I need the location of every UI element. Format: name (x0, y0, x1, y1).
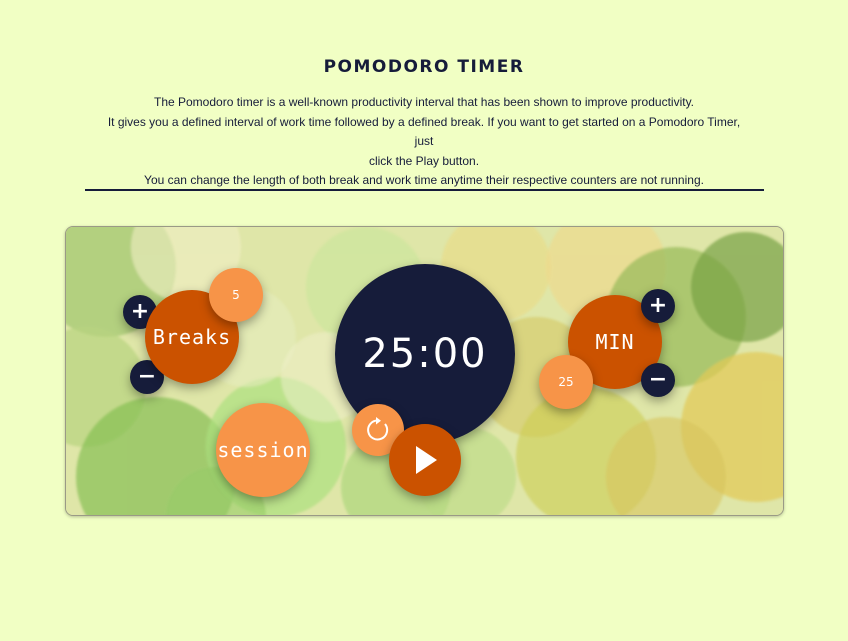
play-button[interactable] (389, 424, 461, 496)
minutes-decrease-button[interactable]: − (641, 363, 675, 397)
session-button[interactable]: session (216, 403, 310, 497)
description-line: You can change the length of both break … (144, 173, 704, 187)
reset-icon (367, 417, 389, 441)
minutes-value: 25 (558, 375, 574, 389)
minus-icon: − (137, 364, 157, 389)
description-line: The Pomodoro timer is a well-known produ… (153, 95, 695, 109)
session-label: session (217, 438, 309, 462)
timer-time: 25:00 (362, 331, 488, 377)
description-line: It gives you a defined interval of work … (107, 114, 741, 149)
divider (85, 189, 764, 191)
minutes-label: MIN (595, 330, 635, 354)
minus-icon: − (648, 367, 668, 392)
minutes-increase-button[interactable]: + (641, 289, 675, 323)
breaks-value-badge: 5 (209, 268, 263, 322)
plus-icon: + (130, 299, 150, 324)
description-line: click the Play button. (368, 153, 480, 168)
description: The Pomodoro timer is a well-known produ… (100, 93, 748, 191)
timer-panel: + − Breaks 5 session 25:00 MIN + − 25 (65, 226, 784, 516)
plus-icon: + (648, 293, 668, 318)
breaks-value: 5 (232, 288, 240, 302)
play-icon (416, 446, 437, 474)
minutes-value-badge: 25 (539, 355, 593, 409)
breaks-label: Breaks (152, 325, 232, 349)
page-title: POMODORO TIMER (323, 57, 525, 77)
